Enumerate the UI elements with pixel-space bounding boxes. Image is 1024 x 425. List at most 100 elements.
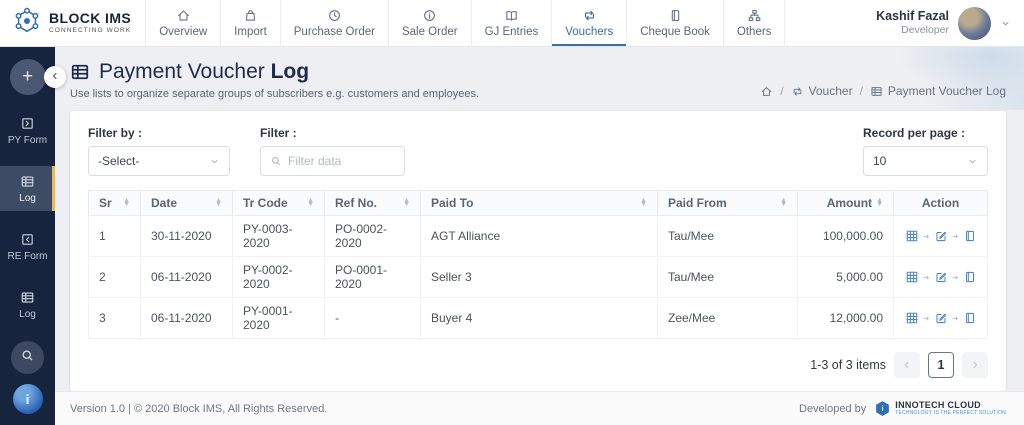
nav-item-sale-order[interactable]: Sale Order bbox=[388, 0, 471, 46]
column-header-action: Action bbox=[894, 191, 988, 216]
edit-icon[interactable] bbox=[934, 311, 948, 325]
sidebar-item-log[interactable]: Log bbox=[0, 166, 55, 211]
edit-icon[interactable] bbox=[934, 270, 948, 284]
brand-logo[interactable]: BLOCK IMS CONNECTING WORK bbox=[0, 0, 145, 46]
nav-item-vouchers[interactable]: Vouchers bbox=[551, 0, 626, 46]
table-row: 306-11-2020PY-0001-2020-Buyer 4Zee/Mee12… bbox=[89, 298, 988, 339]
app-window: BLOCK IMS CONNECTING WORK OverviewImport… bbox=[0, 0, 1024, 425]
left-sidebar: + PY Form Log RE Form Log i bbox=[0, 47, 55, 425]
sort-carets-icon[interactable]: ▲▼ bbox=[215, 199, 222, 207]
chevron-down-icon bbox=[967, 156, 978, 167]
pagination-page-1-button[interactable]: 1 bbox=[928, 352, 954, 378]
chevron-left-icon bbox=[50, 68, 60, 86]
nav-item-import[interactable]: Import bbox=[220, 0, 280, 46]
sort-carets-icon[interactable]: ▲▼ bbox=[403, 199, 410, 207]
mini-arrow-icon bbox=[951, 232, 960, 241]
nav-item-overview[interactable]: Overview bbox=[145, 0, 220, 46]
table-view-icon[interactable] bbox=[905, 270, 919, 284]
column-header-paid-to[interactable]: Paid To▲▼ bbox=[421, 191, 658, 216]
column-header-amount[interactable]: Amount▲▼ bbox=[798, 191, 894, 216]
sort-carets-icon[interactable]: ▲▼ bbox=[780, 199, 787, 207]
sort-carets-icon[interactable]: ▲▼ bbox=[307, 199, 314, 207]
clock-circle-icon bbox=[327, 8, 342, 23]
cell-action bbox=[894, 257, 988, 298]
bag-icon bbox=[243, 8, 258, 23]
mini-arrow-icon bbox=[922, 314, 931, 323]
sidebar-items: PY Form Log RE Form Log bbox=[0, 95, 55, 327]
cell-paid-from: Zee/Mee bbox=[658, 298, 798, 339]
filter-by-select[interactable]: -Select- bbox=[88, 146, 230, 176]
column-header-paid-from[interactable]: Paid From▲▼ bbox=[658, 191, 798, 216]
ledger-icon[interactable] bbox=[963, 311, 977, 325]
add-button[interactable]: + bbox=[10, 59, 46, 95]
page-footer: Version 1.0 | © 2020 Block IMS, All Righ… bbox=[55, 391, 1024, 425]
developed-by-label: Developed by bbox=[799, 403, 866, 415]
sidebar-app-logo[interactable]: i bbox=[13, 384, 43, 414]
pagination-summary: 1-3 of 3 items bbox=[810, 358, 886, 372]
edit-icon[interactable] bbox=[934, 229, 948, 243]
column-header-tr-code[interactable]: Tr Code▲▼ bbox=[233, 191, 325, 216]
nav-item-purchase-order[interactable]: Purchase Order bbox=[280, 0, 388, 46]
table-view-icon[interactable] bbox=[905, 229, 919, 243]
pagination-next-button[interactable] bbox=[962, 352, 988, 378]
cell-amount: 12,000.00 bbox=[798, 298, 894, 339]
breadcrumb-separator: / bbox=[860, 84, 863, 98]
ledger-icon[interactable] bbox=[963, 270, 977, 284]
cell-tr-code: PY-0001-2020 bbox=[233, 298, 325, 339]
svg-text:i: i bbox=[882, 404, 884, 413]
search-icon bbox=[20, 348, 35, 368]
filter-by-value: -Select- bbox=[98, 154, 139, 168]
pagination-prev-button[interactable] bbox=[894, 352, 920, 378]
breadcrumb-item-voucher[interactable]: Voucher bbox=[791, 84, 853, 98]
cell-date: 30-11-2020 bbox=[141, 216, 233, 257]
sidebar-item-py-form[interactable]: PY Form bbox=[0, 108, 55, 153]
sort-carets-icon[interactable]: ▲▼ bbox=[640, 199, 647, 207]
retweet-icon bbox=[791, 85, 804, 98]
record-per-page-value: 10 bbox=[873, 154, 886, 168]
cell-paid-from: Tau/Mee bbox=[658, 216, 798, 257]
sidebar-item-log[interactable]: Log bbox=[0, 282, 55, 327]
breadcrumb-item-payment-voucher-log[interactable]: Payment Voucher Log bbox=[870, 84, 1006, 98]
cell-paid-to: Seller 3 bbox=[421, 257, 658, 298]
cell-paid-to: AGT Alliance bbox=[421, 216, 658, 257]
ledger-icon[interactable] bbox=[963, 229, 977, 243]
info-circle-icon bbox=[422, 8, 437, 23]
filter-input[interactable] bbox=[288, 154, 395, 168]
nav-item-gj-entries[interactable]: GJ Entries bbox=[471, 0, 552, 46]
main-content: Payment Voucher Log Use lists to organiz… bbox=[55, 47, 1024, 425]
filter-by-label: Filter by : bbox=[88, 126, 230, 140]
table-view-icon[interactable] bbox=[905, 311, 919, 325]
table-icon bbox=[20, 290, 35, 305]
nav-item-cheque-book[interactable]: Cheque Book bbox=[626, 0, 723, 46]
column-header-sr[interactable]: Sr▲▼ bbox=[89, 191, 141, 216]
column-header-ref-no[interactable]: Ref No.▲▼ bbox=[325, 191, 421, 216]
breadcrumb: /Voucher/Payment Voucher Log bbox=[760, 84, 1006, 100]
mini-arrow-icon bbox=[951, 273, 960, 282]
search-icon bbox=[270, 155, 282, 167]
page-title: Payment Voucher Log bbox=[99, 60, 309, 84]
sort-carets-icon[interactable]: ▲▼ bbox=[123, 199, 130, 207]
chevron-down-icon bbox=[1000, 18, 1011, 29]
retweet-icon bbox=[582, 8, 597, 23]
record-per-page-select[interactable]: 10 bbox=[863, 146, 988, 176]
sidebar-collapse-button[interactable] bbox=[44, 66, 66, 88]
cell-sr: 3 bbox=[89, 298, 141, 339]
nav-item-others[interactable]: Others bbox=[723, 0, 786, 46]
column-header-date[interactable]: Date▲▼ bbox=[141, 191, 233, 216]
sidebar-search-button[interactable] bbox=[11, 341, 44, 374]
user-name: Kashif Fazal bbox=[876, 9, 949, 24]
sidebar-item-re-form[interactable]: RE Form bbox=[0, 224, 55, 269]
home-icon bbox=[760, 85, 773, 98]
cell-action bbox=[894, 298, 988, 339]
innotech-cloud-logo[interactable]: i INNOTECH CLOUD TECHNOLOGY IS THE PERFE… bbox=[874, 400, 1006, 417]
breadcrumb-item-home[interactable] bbox=[760, 85, 773, 98]
table-icon bbox=[70, 62, 90, 82]
user-menu[interactable]: Kashif Fazal Developer bbox=[876, 0, 1024, 46]
cell-date: 06-11-2020 bbox=[141, 298, 233, 339]
cell-sr: 1 bbox=[89, 216, 141, 257]
avatar[interactable] bbox=[958, 7, 991, 40]
table-row: 206-11-2020PY-0002-2020PO-0001-2020Selle… bbox=[89, 257, 988, 298]
copyright-text: Version 1.0 | © 2020 Block IMS, All Righ… bbox=[70, 403, 327, 415]
sort-carets-icon[interactable]: ▲▼ bbox=[876, 199, 883, 207]
mini-arrow-icon bbox=[922, 232, 931, 241]
